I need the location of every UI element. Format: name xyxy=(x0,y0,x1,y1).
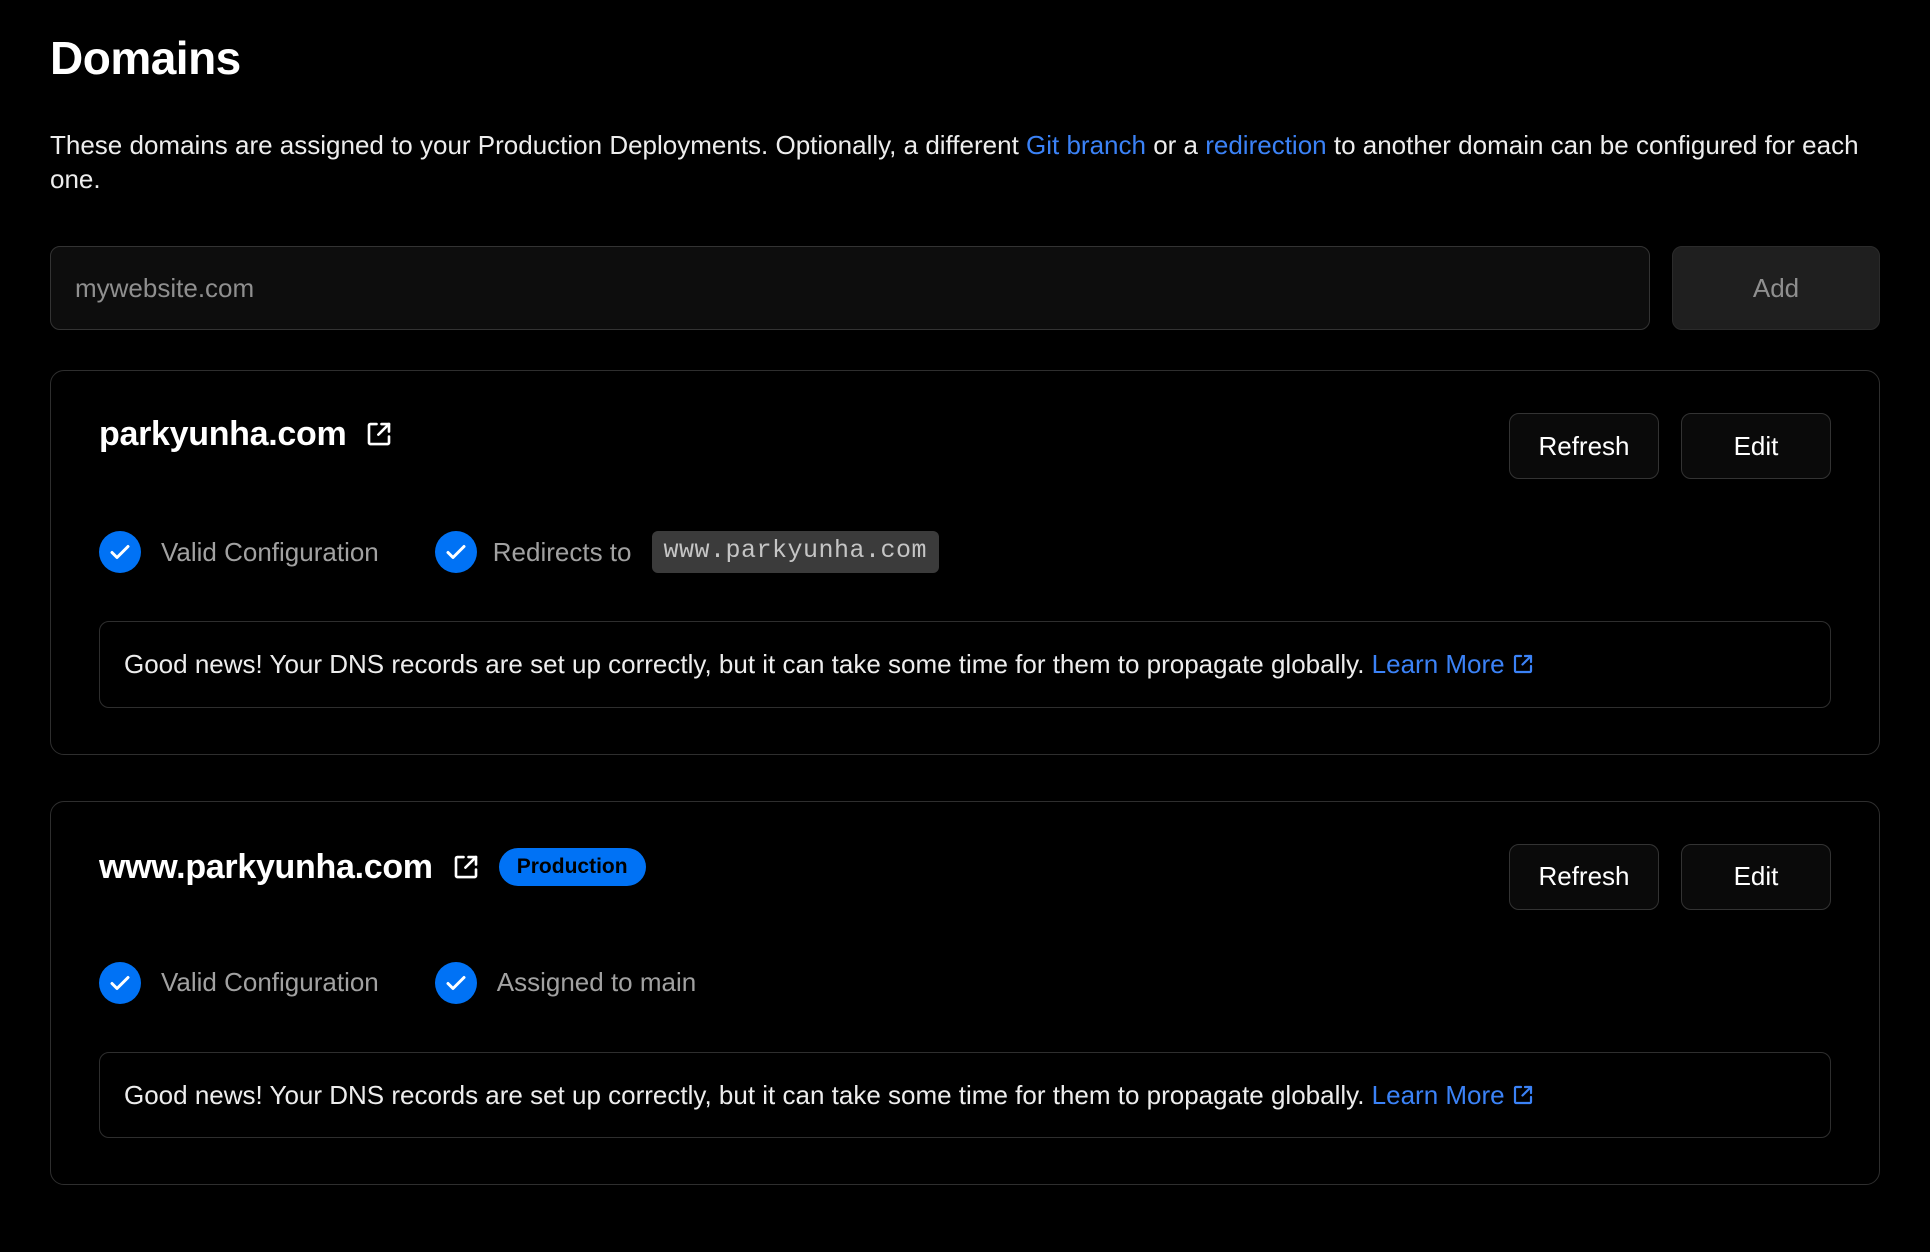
domain-card-actions: Refresh Edit xyxy=(1509,413,1831,480)
external-link-icon[interactable] xyxy=(451,852,481,882)
domain-status-row: Valid Configuration Redirects to www.parky… xyxy=(99,531,1831,574)
domain-card-header: parkyunha.com Refresh Edit xyxy=(99,413,1831,480)
domains-page: Domains These domains are assigned to yo… xyxy=(0,0,1930,1252)
status-label: Valid Configuration xyxy=(161,967,379,998)
status-item: Valid Configuration xyxy=(99,531,379,574)
edit-button[interactable]: Edit xyxy=(1681,843,1831,910)
domain-card-2: www.parkyunha.com Production Refresh Edi… xyxy=(50,800,1880,1186)
status-label: Valid Configuration xyxy=(161,536,379,567)
dns-notice-text: Good news! Your DNS records are set up c… xyxy=(124,1079,1372,1110)
learn-more-label: Learn More xyxy=(1371,649,1505,680)
production-badge: Production xyxy=(498,847,646,886)
redirection-link[interactable]: redirection xyxy=(1205,130,1326,160)
page-title: Domains xyxy=(50,32,241,84)
learn-more-link[interactable]: Learn More xyxy=(1372,649,1535,679)
description-text-1: These domains are assigned to your Produ… xyxy=(50,129,1027,160)
domain-status-row: Valid Configuration Assigned to main xyxy=(99,961,1831,1004)
add-domain-button[interactable]: Add xyxy=(1672,246,1880,331)
status-label: Assigned to main xyxy=(496,967,697,998)
git-branch-link[interactable]: Git branch xyxy=(1026,130,1146,160)
external-link-icon[interactable] xyxy=(1511,652,1535,676)
learn-more-link[interactable]: Learn More xyxy=(1372,1080,1535,1110)
check-circle-icon xyxy=(99,531,141,574)
refresh-button[interactable]: Refresh xyxy=(1509,413,1659,480)
check-circle-icon xyxy=(99,961,141,1004)
learn-more-label: Learn More xyxy=(1371,1079,1505,1110)
status-label: Redirects to xyxy=(492,536,632,567)
status-item: Assigned to main xyxy=(434,961,697,1004)
domain-input[interactable] xyxy=(50,246,1650,331)
redirect-target-code: www.parkyunha.com xyxy=(651,531,940,573)
external-link-icon[interactable] xyxy=(1511,1083,1535,1107)
refresh-button[interactable]: Refresh xyxy=(1509,843,1659,910)
domain-card-header: www.parkyunha.com Production Refresh Edi… xyxy=(99,843,1831,910)
domain-card-actions: Refresh Edit xyxy=(1509,843,1831,910)
check-circle-icon xyxy=(434,531,477,574)
domain-cards-list: parkyunha.com Refresh Edit Valid Configu… xyxy=(50,370,1880,1186)
add-domain-form: Add xyxy=(50,246,1880,331)
dns-notice-text: Good news! Your DNS records are set up c… xyxy=(124,649,1372,680)
domain-card-1: parkyunha.com Refresh Edit Valid Configu… xyxy=(50,370,1880,755)
dns-notice: Good news! Your DNS records are set up c… xyxy=(99,621,1831,708)
dns-notice: Good news! Your DNS records are set up c… xyxy=(99,1051,1831,1139)
description-text-2: or a xyxy=(1145,129,1206,160)
edit-button[interactable]: Edit xyxy=(1681,413,1831,480)
page-description: These domains are assigned to your Produ… xyxy=(50,88,1880,197)
external-link-icon[interactable] xyxy=(364,419,394,449)
domain-name: parkyunha.com xyxy=(99,415,347,454)
domain-name: www.parkyunha.com xyxy=(99,847,433,886)
check-circle-icon xyxy=(434,961,477,1004)
domain-title-group: parkyunha.com xyxy=(99,413,394,451)
status-item: Valid Configuration xyxy=(99,961,379,1004)
domain-title-group: www.parkyunha.com Production xyxy=(99,844,646,886)
status-item: Redirects to www.parkyunha.com xyxy=(434,531,940,574)
